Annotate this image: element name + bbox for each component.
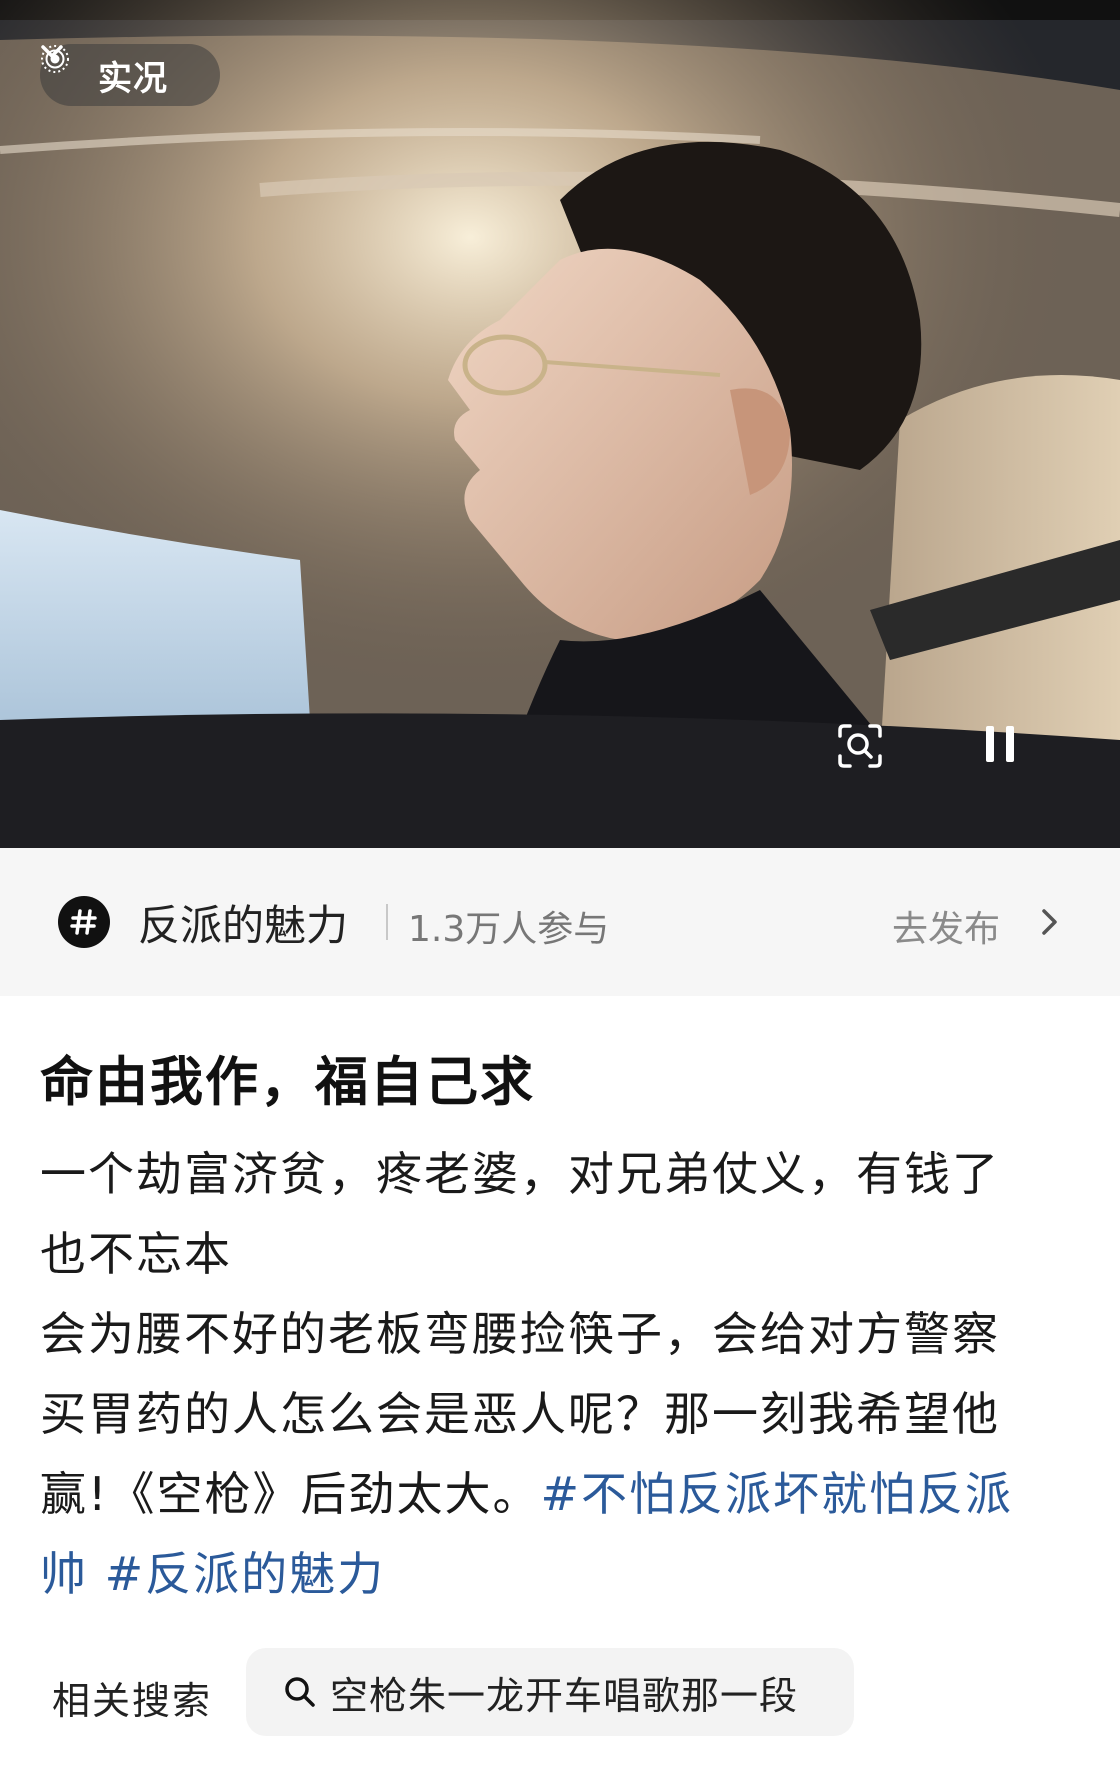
go-publish-link[interactable]: 去发布 (892, 900, 1000, 952)
photo-scene (0, 0, 1120, 848)
live-photo[interactable]: 实况 (0, 0, 1120, 848)
post-body-text: 赢!《空枪》后劲太大。 (40, 1467, 541, 1521)
search-icon (280, 1672, 320, 1712)
topic-participants: 1.3万人参与 (408, 909, 610, 950)
hashtag-link[interactable]: #反派的魅力 (105, 1547, 386, 1601)
topic-bar[interactable]: 反派的魅力 1.3万人参与 去发布 (0, 848, 1120, 996)
pause-button[interactable] (980, 722, 1052, 794)
post-body-line: 赢!《空枪》后劲太大。#不怕反派坏就怕反派 (40, 1454, 1090, 1534)
topic-divider (386, 904, 388, 940)
related-search-query: 空枪朱一龙开车唱歌那一段 (330, 1673, 799, 1718)
hashtag-link[interactable]: 帅 (40, 1547, 88, 1601)
post-body-line: 会为腰不好的老板弯腰捡筷子，会给对方警察 (40, 1307, 1000, 1361)
post-body: 一个劫富济贫，疼老婆，对兄弟仗义，有钱了 也不忘本 会为腰不好的老板弯腰捡筷子，… (40, 1134, 1090, 1614)
hashtag-icon (58, 896, 110, 948)
live-photo-toggle[interactable]: 实况 (40, 44, 220, 106)
live-photo-icon (41, 45, 90, 93)
hashtag-link[interactable]: #不怕反派坏就怕反派 (540, 1467, 1013, 1521)
chevron-down-icon (41, 45, 204, 89)
related-search-label: 相关搜索 (52, 1679, 213, 1723)
chevron-right-icon[interactable] (1034, 902, 1066, 942)
post-body-line: 也不忘本 (40, 1227, 232, 1281)
post-body-line: 一个劫富济贫，疼老婆，对兄弟仗义，有钱了 (40, 1147, 1000, 1201)
post-title: 命由我作，福自己求 (40, 1052, 535, 1113)
related-search-chip[interactable]: 空枪朱一龙开车唱歌那一段 (246, 1648, 854, 1736)
image-search-button[interactable] (836, 722, 908, 794)
post-body-line: 买胃药的人怎么会是恶人呢？那一刻我希望他 (40, 1387, 1000, 1441)
topic-name[interactable]: 反派的魅力 (138, 892, 348, 953)
live-photo-label: 实况 (98, 58, 168, 99)
post-body-line: 帅 #反派的魅力 (40, 1534, 1090, 1614)
